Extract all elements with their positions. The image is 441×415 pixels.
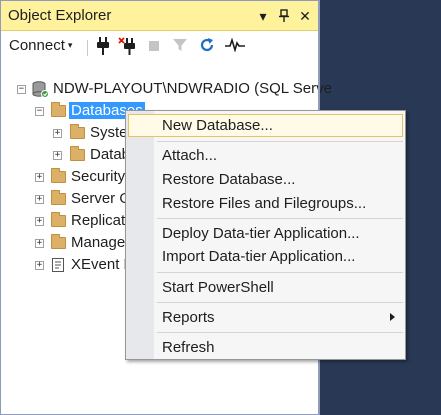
menu-item-label: Reports bbox=[162, 309, 215, 326]
folder-icon bbox=[51, 234, 66, 249]
menu-item-import-data-tier[interactable]: Import Data-tier Application... bbox=[128, 245, 403, 268]
tree-node-label: Server O bbox=[71, 190, 132, 207]
expand-icon[interactable]: + bbox=[53, 151, 62, 160]
menu-item-label: Import Data-tier Application... bbox=[162, 248, 356, 265]
expand-icon[interactable]: + bbox=[35, 195, 44, 204]
tree-node-label: NDW-PLAYOUT\NDWRADIO (SQL Serve bbox=[53, 80, 332, 97]
menu-item-label: Refresh bbox=[162, 339, 215, 356]
menu-item-label: Restore Database... bbox=[162, 171, 296, 188]
collapse-icon[interactable]: − bbox=[17, 85, 26, 94]
menu-item-refresh[interactable]: Refresh bbox=[128, 336, 403, 359]
folder-icon bbox=[70, 124, 85, 139]
panel-title: Object Explorer bbox=[8, 7, 112, 24]
menu-item-restore-files-filegroups[interactable]: Restore Files and Filegroups... bbox=[128, 192, 403, 215]
expand-icon[interactable]: + bbox=[35, 239, 44, 248]
menu-separator bbox=[157, 302, 403, 303]
menu-item-attach[interactable]: Attach... bbox=[128, 144, 403, 167]
expand-icon[interactable]: + bbox=[35, 261, 44, 270]
object-explorer-toolbar: Connect ▾ bbox=[1, 32, 319, 62]
menu-item-deploy-data-tier[interactable]: Deploy Data-tier Application... bbox=[128, 222, 403, 245]
menu-item-start-powershell[interactable]: Start PowerShell bbox=[128, 276, 403, 299]
disconnect-plug-icon[interactable] bbox=[117, 37, 137, 57]
menu-item-reports[interactable]: Reports bbox=[128, 306, 403, 329]
tree-node-label: Manage bbox=[71, 234, 126, 251]
tree-node-label: Replicat bbox=[71, 212, 126, 229]
menu-item-label: Start PowerShell bbox=[162, 279, 274, 296]
toolbar-separator bbox=[87, 40, 88, 56]
folder-icon bbox=[51, 102, 66, 117]
databases-context-menu: New Database... Attach... Restore Databa… bbox=[125, 110, 406, 360]
server-icon bbox=[32, 81, 49, 98]
folder-icon bbox=[51, 168, 66, 183]
expand-icon[interactable]: + bbox=[35, 173, 44, 182]
folder-icon bbox=[70, 146, 85, 161]
window-position-dropdown-icon[interactable]: ▾ bbox=[253, 5, 273, 27]
activity-monitor-icon[interactable] bbox=[225, 37, 245, 57]
menu-item-label: New Database... bbox=[162, 117, 273, 134]
submenu-arrow-icon bbox=[390, 313, 395, 321]
menu-separator bbox=[157, 332, 403, 333]
menu-item-new-database[interactable]: New Database... bbox=[128, 114, 403, 137]
refresh-icon[interactable] bbox=[197, 37, 217, 57]
connect-label: Connect bbox=[9, 37, 65, 54]
folder-icon bbox=[51, 212, 66, 227]
tree-node-label: Security bbox=[71, 168, 126, 185]
collapse-icon[interactable]: − bbox=[35, 107, 44, 116]
menu-item-label: Restore Files and Filegroups... bbox=[162, 195, 367, 212]
filter-icon[interactable] bbox=[170, 37, 190, 57]
tree-node-server[interactable]: − NDW-PLAYOUT\NDWRADIO (SQL Serve bbox=[1, 79, 332, 101]
stop-icon[interactable] bbox=[144, 37, 164, 57]
connect-button[interactable]: Connect ▾ bbox=[9, 37, 72, 57]
xevent-profiler-icon bbox=[51, 257, 68, 272]
pin-icon[interactable] bbox=[274, 5, 294, 27]
menu-item-label: Attach... bbox=[162, 147, 218, 164]
menu-separator bbox=[157, 218, 403, 219]
connect-plug-icon[interactable] bbox=[93, 37, 113, 57]
close-icon[interactable]: ✕ bbox=[295, 5, 315, 27]
expand-icon[interactable]: + bbox=[53, 129, 62, 138]
menu-separator bbox=[157, 272, 403, 273]
object-explorer-title-bar: Object Explorer ▾ ✕ bbox=[1, 1, 319, 31]
folder-icon bbox=[51, 190, 66, 205]
chevron-down-icon: ▾ bbox=[67, 40, 73, 50]
menu-separator bbox=[157, 141, 403, 142]
menu-item-restore-database[interactable]: Restore Database... bbox=[128, 168, 403, 191]
menu-item-label: Deploy Data-tier Application... bbox=[162, 225, 360, 242]
expand-icon[interactable]: + bbox=[35, 217, 44, 226]
